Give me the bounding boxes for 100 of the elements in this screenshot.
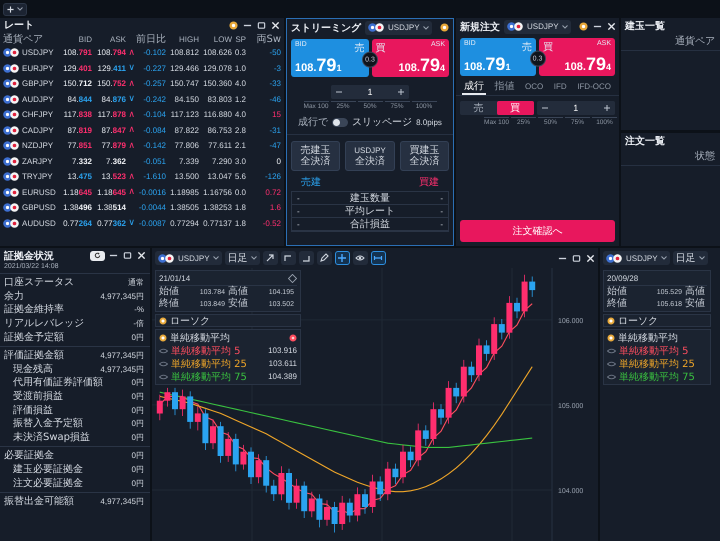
currency-pair[interactable]: TRYJPY [22,172,53,182]
ohlc-label: 高値 [228,286,249,298]
close-icon[interactable] [586,254,595,262]
ohlc-label: 始値 [607,286,628,298]
ohlc-label: 終値 [607,298,628,310]
currency-pair-dropdown[interactable]: USDJPY [504,20,571,34]
currency-pair[interactable]: CADJPY [22,126,54,135]
chart-tool-button[interactable] [316,251,332,265]
add-window-button[interactable] [3,2,27,16]
order-type-tab[interactable]: IFD [552,79,569,95]
maximize-icon[interactable] [572,254,581,262]
currency-pair[interactable]: USDJPY [22,48,54,58]
currency-pair[interactable]: NZDJPY [22,141,54,150]
account-label: 評価損益 [13,404,53,416]
order-type-tab[interactable]: OCO [523,79,546,95]
candle [476,338,482,382]
candle [286,468,292,510]
chevron-down-icon [422,26,429,30]
account-label: 余力 [4,290,24,302]
order-confirm-button[interactable]: 注文確認へ [460,220,615,242]
price-cell-text: 150.712 [62,79,92,88]
account-value: 0円 [132,478,144,489]
price-cell-text: 13.523 [100,172,126,182]
settings-icon[interactable] [440,23,449,32]
candle [362,488,368,514]
candle-date: 21/01/14 [159,274,190,283]
summary-value: - [440,194,443,202]
settings-icon[interactable] [289,334,297,342]
close-icon[interactable] [271,20,280,30]
chart-tool-button[interactable] [334,251,350,265]
slippage-label: スリッページ [352,116,412,129]
spread-cell-text: 5.6 [234,172,246,182]
chevron-down-icon [250,256,257,260]
candle [438,404,444,425]
order-type-tab[interactable]: 成行 [462,79,486,95]
currency-pair[interactable]: EURUSD [22,188,56,197]
order-type-tab[interactable]: 指値 [492,79,517,95]
settings-icon[interactable] [578,22,588,31]
currency-pair[interactable]: GBPUSD [22,203,56,212]
change-cell-text: -0.0087 [138,218,166,228]
high-cell-text: 84.150 [174,94,199,104]
period-dropdown[interactable]: 日足 [224,251,260,265]
side-button[interactable]: 売 [460,101,497,115]
change-cell-text: -0.142 [142,141,166,150]
change-cell-text: -0.227 [142,64,166,73]
chart-tool-button[interactable] [280,251,296,265]
swap-cell-text: -0.52 [262,218,281,228]
high-cell-text: 1.38505 [169,203,199,212]
account-label: 代用有価証券評価額 [13,377,103,388]
account-label: 建玉必要証拠金 [13,464,83,476]
crosshair-icon [337,253,348,263]
currency-pair[interactable]: GBPJPY [22,79,54,88]
currency-flags-icon [606,254,623,262]
diamond-icon[interactable] [288,274,297,283]
summary-value: - [297,206,300,216]
indicator-line-label: 単純移動平均 75 [619,370,695,384]
ohlc-label: 始値 [159,286,180,298]
close-icon[interactable] [137,251,146,260]
period-dropdown[interactable]: 日足 [672,251,708,265]
summary-label: 合計損益 [350,218,390,231]
order-type-tab[interactable]: IFD-OCO [575,79,613,95]
refresh-button[interactable] [90,250,105,260]
currency-pair[interactable]: CHFJPY [22,110,54,120]
chart-tool-button[interactable] [262,251,278,265]
currency-pair[interactable]: EURJPY [22,64,54,73]
change-cell-text: -1.610 [142,172,166,182]
change-cell-text: -0.084 [142,126,166,135]
refresh-icon [94,252,101,259]
currency-pair[interactable]: ZARJPY [22,156,53,166]
chart-tool-button[interactable] [298,251,314,265]
chart-tool-button[interactable] [370,251,386,265]
close-all-button[interactable]: 買建玉 全決済 [400,141,449,171]
maximize-icon[interactable] [257,20,266,30]
chevron-down-icon [562,24,568,28]
low-cell-text: 13.047 [206,172,232,182]
swap-cell-text: -33 [268,79,281,88]
currency-pair[interactable]: AUDUSD [22,218,56,228]
price-cell-text: 108.794 [96,48,126,58]
swap-cell-text: 15 [271,110,281,120]
currency-pair-dropdown[interactable]: USDJPY [155,251,222,265]
chart-tool-button[interactable] [352,251,368,265]
indicator-line-label: 単純移動平均 25 [619,358,695,370]
currency-pair[interactable]: AUDJPY [22,94,54,104]
account-value: 4,977,345円 [100,364,144,375]
low-cell-text: 129.078 [202,64,232,73]
currency-pair-dropdown[interactable]: USDJPY [365,20,432,34]
close-all-button[interactable]: 売建玉 全決済 [291,141,340,171]
close-icon[interactable] [606,22,616,31]
indicator-line-label: 単純移動平均 5 [619,344,689,358]
trend-arrow: ∧ [127,78,135,89]
indicator-dot-icon [607,334,615,342]
slippage-value: 8.0pips [416,118,442,126]
side-button[interactable]: 買 [496,101,534,115]
currency-pair-dropdown[interactable]: USDJPY [603,251,670,265]
settings-icon[interactable] [229,20,238,30]
panel-title: 新規注文 [460,20,500,34]
price-cell-text: 1.18645 [62,188,92,197]
maximize-icon[interactable] [123,251,132,260]
close-all-button[interactable]: USDJPY 全決済 [345,141,395,171]
toggle-switch[interactable] [332,118,348,126]
